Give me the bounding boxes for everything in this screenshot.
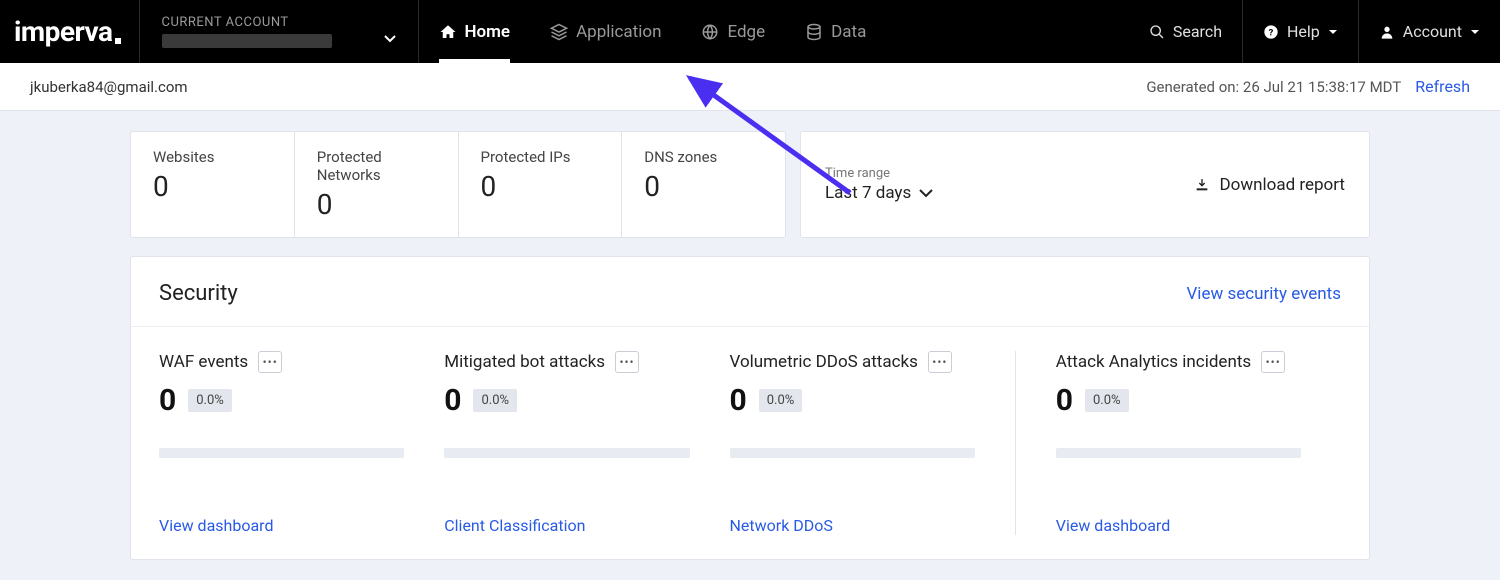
metric-ddos: Volumetric DDoS attacks ••• 0 0.0% Netwo… [730, 351, 1015, 535]
card-dns-zones[interactable]: DNS zones 0 [622, 132, 785, 237]
card-title: DNS zones [644, 148, 763, 166]
main-content: Websites 0 Protected Networks 0 Protecte… [0, 111, 1500, 580]
brand-logo[interactable]: imperva [14, 15, 121, 48]
card-value: 0 [153, 170, 272, 203]
metric-attack-analytics: Attack Analytics incidents ••• 0 0.0% Vi… [1015, 351, 1341, 535]
card-value: 0 [481, 170, 600, 203]
metric-value: 0 [159, 383, 176, 418]
generated-on-text: Generated on: 26 Jul 21 15:38:17 MDT [1146, 78, 1401, 96]
logo-cell: imperva [0, 0, 139, 63]
card-protected-ips[interactable]: Protected IPs 0 [459, 132, 623, 237]
metric-pct-badge: 0.0% [188, 389, 232, 412]
timerange-card: Time range Last 7 days Download report [800, 131, 1370, 238]
search-label: Search [1173, 22, 1222, 41]
nav-home[interactable]: Home [419, 0, 531, 63]
current-account-label: CURRENT ACCOUNT [162, 15, 396, 30]
nav-home-label: Home [465, 22, 511, 42]
metric-waf-events: WAF events ••• 0 0.0% View dashboard [159, 351, 444, 535]
timerange-label: Time range [825, 166, 933, 181]
metric-link[interactable]: View dashboard [159, 516, 273, 535]
metric-bar [444, 448, 689, 458]
nav-edge[interactable]: Edge [681, 0, 785, 63]
metrics-row: WAF events ••• 0 0.0% View dashboard Mit… [131, 326, 1369, 535]
generated-label: Generated on: [1146, 78, 1239, 96]
metric-pct-badge: 0.0% [1085, 389, 1129, 412]
timerange-value-text: Last 7 days [825, 183, 911, 203]
stack-icon [550, 23, 568, 41]
metric-title: Mitigated bot attacks [444, 352, 605, 372]
nav-application-label: Application [576, 22, 661, 42]
nav-edge-label: Edge [727, 22, 765, 42]
metric-bar [730, 448, 975, 458]
metric-menu-button[interactable]: ••• [615, 351, 639, 373]
metric-menu-button[interactable]: ••• [928, 351, 952, 373]
subheader: jkuberka84@gmail.com Generated on: 26 Ju… [0, 63, 1500, 111]
help-label: Help [1287, 22, 1320, 41]
summary-cards: Websites 0 Protected Networks 0 Protecte… [130, 131, 786, 238]
refresh-link[interactable]: Refresh [1415, 77, 1470, 96]
metric-link[interactable]: View dashboard [1056, 516, 1170, 535]
card-protected-networks[interactable]: Protected Networks 0 [295, 132, 459, 237]
metric-value: 0 [444, 383, 461, 418]
database-icon [805, 23, 823, 41]
logo-dot [115, 38, 121, 44]
security-panel-header: Security View security events [131, 257, 1369, 326]
metric-link[interactable]: Network DDoS [730, 516, 833, 535]
metric-title: Attack Analytics incidents [1056, 352, 1251, 372]
metric-menu-button[interactable]: ••• [1261, 351, 1285, 373]
user-icon [1379, 24, 1395, 40]
help-icon: ? [1263, 24, 1279, 40]
nav-application[interactable]: Application [530, 0, 681, 63]
generated-value: 26 Jul 21 15:38:17 MDT [1243, 78, 1401, 96]
metric-value: 0 [1056, 383, 1073, 418]
nav-data[interactable]: Data [785, 0, 886, 63]
primary-nav: Home Application Edge Data [419, 0, 887, 63]
metric-title: WAF events [159, 352, 248, 372]
current-account-selector[interactable]: CURRENT ACCOUNT [139, 0, 419, 63]
caret-down-icon [1328, 29, 1338, 35]
metric-link[interactable]: Client Classification [444, 516, 585, 535]
breadcrumb: jkuberka84@gmail.com [30, 78, 188, 96]
card-title: Websites [153, 148, 272, 166]
card-value: 0 [317, 188, 436, 221]
caret-down-icon [1470, 29, 1480, 35]
security-title: Security [159, 281, 238, 306]
card-title: Protected IPs [481, 148, 600, 166]
account-button[interactable]: Account [1358, 0, 1500, 63]
card-title: Protected Networks [317, 148, 436, 184]
download-report-label: Download report [1220, 175, 1346, 195]
download-report-button[interactable]: Download report [1194, 175, 1346, 195]
metric-menu-button[interactable]: ••• [258, 351, 282, 373]
account-label: Account [1403, 22, 1462, 41]
metric-value: 0 [730, 383, 747, 418]
topnav-right: Search ? Help Account [1129, 0, 1500, 63]
nav-data-label: Data [831, 22, 866, 42]
search-icon [1149, 24, 1165, 40]
download-icon [1194, 177, 1210, 193]
caret-down-icon [384, 35, 396, 43]
top-nav: imperva CURRENT ACCOUNT Home Application [0, 0, 1500, 63]
brand-text: imperva [14, 15, 113, 48]
metric-bar [159, 448, 404, 458]
metric-pct-badge: 0.0% [759, 389, 803, 412]
globe-icon [701, 23, 719, 41]
timerange-selector[interactable]: Last 7 days [825, 183, 933, 203]
summary-row: Websites 0 Protected Networks 0 Protecte… [130, 131, 1370, 238]
metric-bar [1056, 448, 1301, 458]
current-account-value [162, 34, 332, 48]
metric-title: Volumetric DDoS attacks [730, 352, 918, 372]
chevron-down-icon [919, 189, 933, 198]
metric-mitigated-bot: Mitigated bot attacks ••• 0 0.0% Client … [444, 351, 729, 535]
help-button[interactable]: ? Help [1242, 0, 1358, 63]
home-icon [439, 23, 457, 41]
card-value: 0 [644, 170, 763, 203]
card-websites[interactable]: Websites 0 [131, 132, 295, 237]
view-security-events-link[interactable]: View security events [1186, 284, 1341, 304]
svg-text:?: ? [1269, 27, 1274, 38]
metric-pct-badge: 0.0% [473, 389, 517, 412]
search-button[interactable]: Search [1129, 0, 1242, 63]
security-panel: Security View security events WAF events… [130, 256, 1370, 560]
